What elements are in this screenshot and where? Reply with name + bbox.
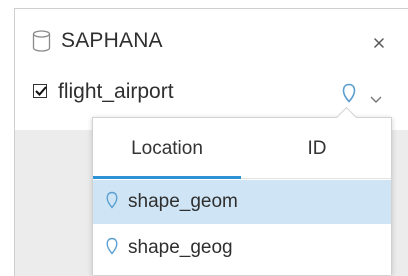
chevron-down-icon[interactable] [369,91,383,103]
location-pin-icon[interactable] [339,82,359,106]
field-item-shape-geog[interactable]: shape_geog [93,226,391,270]
database-title: SAPHANA [61,29,163,52]
field-item-shape-geom[interactable]: shape_geom [93,180,391,224]
panel-header: SAPHANA [15,9,408,69]
dataset-label: flight_airport [58,80,174,103]
close-icon[interactable] [371,35,387,51]
field-dropdown: Location ID shape_geom shape_geog [92,117,392,275]
dataset-checkbox[interactable] [33,84,47,98]
tab-id[interactable]: ID [243,118,391,178]
database-icon [32,30,51,52]
tab-location[interactable]: Location [93,118,241,179]
clipped-previous-content [0,0,408,8]
location-pin-icon [105,191,119,211]
field-label: shape_geom [128,191,238,212]
tab-label: Location [131,138,203,159]
location-pin-icon [105,237,119,257]
active-tab-indicator [93,176,241,179]
tab-label: ID [307,138,327,159]
field-label: shape_geog [128,237,233,258]
